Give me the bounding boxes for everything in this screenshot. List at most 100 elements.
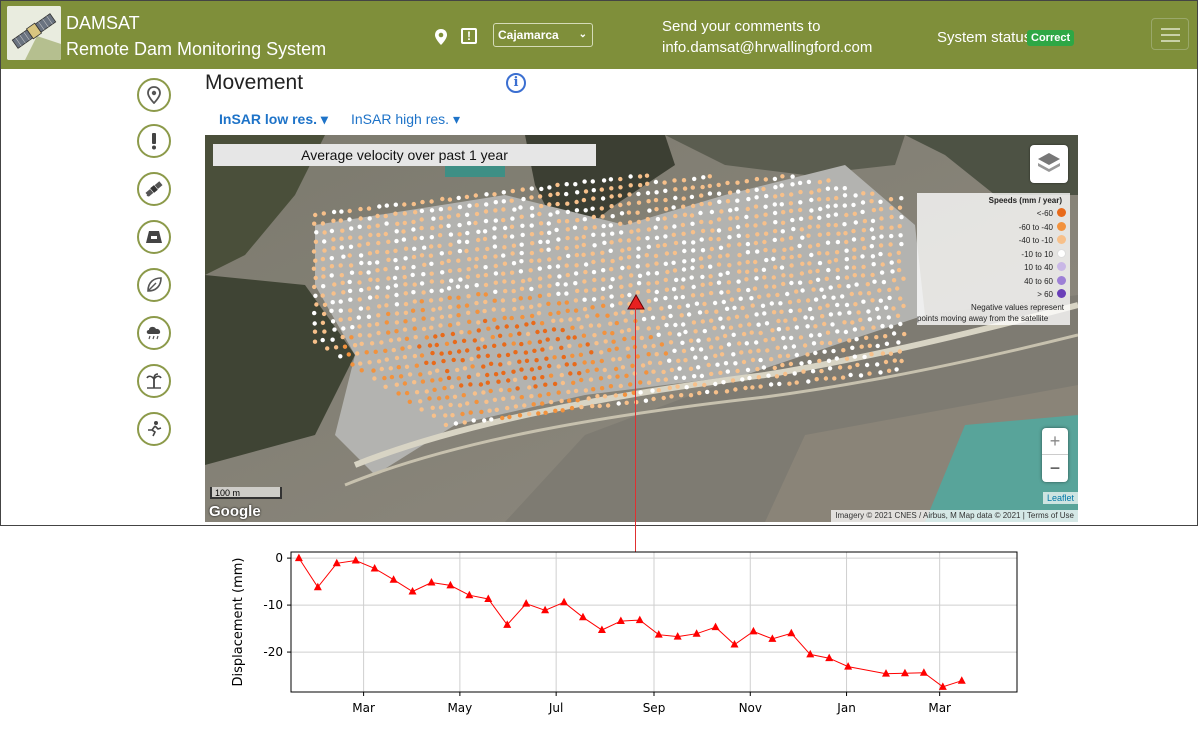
insar-point	[493, 218, 498, 223]
insar-point	[699, 292, 705, 298]
insar-point	[647, 208, 652, 213]
insar-point	[826, 231, 831, 237]
insar-point	[862, 218, 868, 224]
insar-point	[770, 328, 775, 333]
leaflet-link[interactable]: Leaflet	[1042, 492, 1078, 504]
tab-insar-low-res[interactable]: InSAR low res. ▾	[219, 111, 328, 128]
insar-point	[864, 362, 870, 368]
insar-point	[737, 252, 742, 258]
layers-icon[interactable]	[1030, 145, 1068, 183]
sidebar-item-location[interactable]	[137, 78, 171, 112]
insar-point	[641, 316, 647, 322]
comments-email-link[interactable]: info.damsat@hrwallingford.com	[662, 39, 872, 56]
data-point	[616, 616, 625, 625]
insar-point	[410, 272, 415, 278]
insar-point	[898, 321, 903, 327]
insar-point	[482, 236, 488, 242]
insar-point	[883, 359, 889, 365]
sidebar-item-dam[interactable]	[137, 220, 171, 254]
map-view[interactable]: Average velocity over past 1 year Speeds…	[205, 135, 1078, 522]
sidebar-item-activity[interactable]	[137, 412, 171, 446]
insar-point	[654, 190, 659, 195]
insar-point	[815, 268, 820, 274]
info-icon[interactable]: i	[506, 73, 526, 93]
insar-point	[478, 382, 484, 387]
insar-point	[789, 254, 794, 260]
insar-point	[629, 273, 634, 278]
sidebar-item-environment[interactable]	[137, 364, 171, 398]
insar-point	[412, 380, 417, 385]
insar-point	[794, 380, 799, 385]
insar-point	[898, 296, 903, 301]
insar-point	[607, 347, 612, 353]
insar-point	[394, 265, 400, 271]
insar-point	[858, 291, 863, 296]
insar-point	[574, 252, 580, 258]
insar-point	[681, 267, 687, 272]
insar-point	[375, 277, 380, 283]
insar-point	[636, 228, 641, 233]
insar-point	[384, 221, 389, 226]
insar-point	[608, 384, 614, 389]
insar-point	[492, 226, 497, 231]
map-pin-icon[interactable]	[433, 28, 449, 46]
insar-point	[645, 236, 650, 241]
insar-point	[569, 405, 575, 411]
insar-point	[523, 350, 529, 355]
insar-point	[320, 221, 326, 226]
insar-point	[484, 202, 489, 207]
insar-point	[616, 401, 621, 406]
insar-point	[699, 201, 704, 207]
insar-point	[429, 244, 434, 249]
site-select[interactable]: Cajamarca ⌄	[493, 23, 593, 47]
insar-point	[492, 397, 498, 402]
sidebar-item-alerts[interactable]	[137, 124, 171, 158]
insar-point	[560, 380, 566, 386]
insar-point	[724, 306, 730, 311]
tab-insar-high-res[interactable]: InSAR high res. ▾	[351, 111, 460, 128]
insar-point	[803, 315, 808, 320]
insar-point	[807, 261, 812, 266]
zoom-out-button[interactable]: −	[1042, 455, 1068, 481]
insar-point	[407, 344, 412, 350]
insar-point	[367, 323, 372, 328]
insar-point	[748, 349, 753, 354]
sidebar-item-vegetation[interactable]	[137, 268, 171, 302]
insar-point	[530, 213, 535, 218]
insar-point	[440, 196, 445, 202]
insar-point	[493, 280, 498, 285]
insar-point	[642, 344, 648, 349]
rain-cloud-icon	[146, 326, 161, 340]
insar-point	[492, 343, 497, 348]
insar-point	[590, 179, 595, 184]
hamburger-menu-icon[interactable]	[1151, 18, 1189, 50]
page-title: Movement	[205, 71, 304, 94]
insar-point	[420, 307, 425, 313]
insar-point	[396, 391, 401, 396]
insar-point	[583, 189, 589, 194]
insar-point	[384, 357, 389, 362]
insar-point	[572, 225, 578, 230]
insar-point	[447, 250, 453, 255]
insar-point	[889, 214, 894, 220]
insar-point	[384, 203, 389, 208]
insar-point	[538, 221, 544, 226]
satellite-logo-icon[interactable]	[7, 6, 61, 60]
insar-point	[379, 340, 384, 345]
insar-point	[792, 317, 798, 322]
insar-point	[464, 248, 469, 254]
insar-point	[626, 327, 632, 333]
insar-point	[700, 184, 705, 190]
insar-point	[311, 249, 317, 254]
sidebar-item-weather[interactable]	[137, 316, 171, 350]
alert-icon[interactable]: !	[461, 28, 477, 44]
insar-point	[622, 336, 627, 342]
insar-point	[446, 214, 452, 219]
sidebar-item-movement[interactable]	[137, 172, 171, 206]
zoom-in-button[interactable]: +	[1042, 428, 1068, 455]
insar-point	[481, 390, 486, 395]
insar-point	[508, 333, 513, 338]
insar-point	[357, 243, 362, 248]
insar-point	[879, 270, 885, 275]
insar-point	[779, 202, 784, 207]
